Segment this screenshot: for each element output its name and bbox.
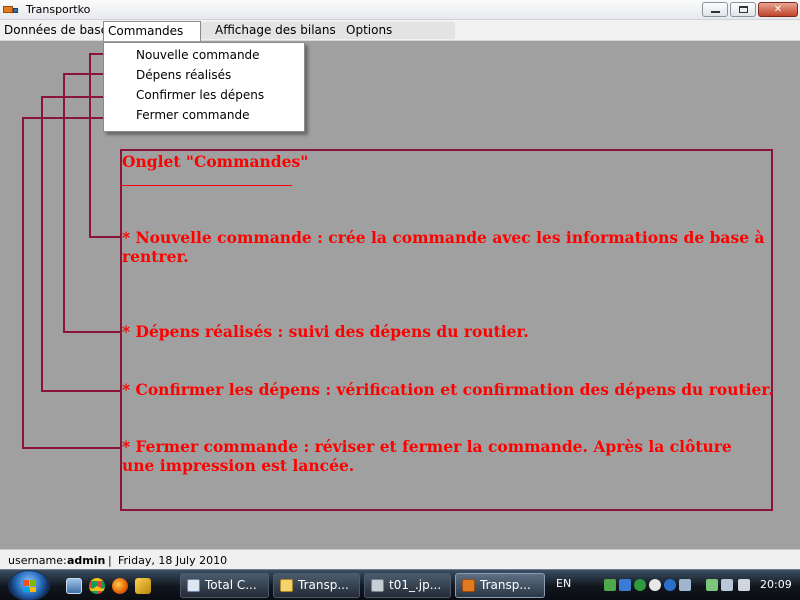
start-button[interactable]: [8, 570, 50, 600]
sync-icon[interactable]: [634, 579, 646, 591]
maximize-button[interactable]: [730, 2, 756, 17]
truck-icon: [3, 5, 19, 15]
menu-item-fermer-commande[interactable]: Fermer commande: [136, 108, 249, 122]
windows-logo-icon: [23, 580, 36, 592]
connector-line: [22, 117, 24, 449]
heading-underline: [122, 185, 292, 186]
username-value: admin: [67, 554, 106, 567]
truck-icon: [462, 579, 475, 592]
taskbar-button-t01-jpg[interactable]: t01_.jp...: [364, 573, 451, 598]
annotation-line-confirmer-depens: * Confirmer les dépens : vérification et…: [122, 380, 774, 399]
status-date: Friday, 18 July 2010: [118, 554, 228, 567]
menu-affichage-des-bilans[interactable]: Affichage des bilans: [211, 20, 340, 41]
floppy-icon: [187, 579, 200, 592]
network-icon[interactable]: [604, 579, 616, 591]
clock[interactable]: 20:09: [760, 578, 792, 591]
status-separator: |: [108, 554, 112, 567]
image-viewer-icon: [371, 579, 384, 592]
minimize-button[interactable]: [702, 2, 728, 17]
folder-icon: [280, 579, 293, 592]
taskbar-button-transportko-app[interactable]: Transp...: [455, 573, 545, 598]
menu-bar: Données de base Commandes Affichage des …: [0, 20, 800, 43]
annotation-line-nouvelle-commande: * Nouvelle commande : crée la commande a…: [122, 228, 765, 247]
menu-options[interactable]: Options: [342, 20, 396, 41]
taskbar-button-label: t01_.jp...: [389, 578, 442, 592]
taskbar-button-total-commander[interactable]: Total C...: [180, 573, 269, 598]
annotation-line-nouvelle-commande-cont: rentrer.: [122, 247, 189, 266]
username-label: username:: [8, 554, 67, 567]
language-indicator[interactable]: EN: [556, 577, 571, 590]
close-icon: ✕: [773, 4, 783, 15]
speaker-icon[interactable]: [738, 579, 750, 591]
b-icon[interactable]: [664, 579, 676, 591]
connector-line: [63, 73, 65, 333]
menu-item-confirmer-les-depens[interactable]: Confirmer les dépens: [136, 88, 264, 102]
monitor-icon[interactable]: [679, 579, 691, 591]
menu-donnees-de-base[interactable]: Données de base: [0, 20, 112, 41]
annotation-line-depens-realises: * Dépens réalisés : suivi des dépens du …: [122, 322, 529, 341]
title-bar: Transportko ✕: [0, 0, 800, 20]
pen-icon[interactable]: [135, 578, 151, 594]
firefox-icon[interactable]: [112, 578, 128, 594]
restore-icon: [738, 6, 748, 13]
battery-icon[interactable]: [706, 579, 718, 591]
commandes-dropdown: Nouvelle commande Dépens réalisés Confir…: [103, 42, 305, 132]
show-desktop-icon[interactable]: [66, 578, 82, 594]
taskbar-button-label: Total C...: [205, 578, 257, 592]
taskbar-button-label: Transp...: [298, 578, 349, 592]
annotation-line-fermer-commande: * Fermer commande : réviser et fermer la…: [122, 437, 732, 456]
menu-commandes[interactable]: Commandes: [103, 21, 201, 43]
taskbar: Total C... Transp... t01_.jp... Transp..…: [0, 569, 800, 600]
taskbar-button-transportko-folder[interactable]: Transp...: [273, 573, 360, 598]
shield-icon[interactable]: [619, 579, 631, 591]
minimize-icon: [710, 11, 720, 13]
monitor-icon[interactable]: [721, 579, 733, 591]
status-bar: username: admin | Friday, 18 July 2010: [0, 549, 800, 569]
chrome-icon[interactable]: [89, 578, 105, 594]
menu-item-depens-realises[interactable]: Dépens réalisés: [136, 68, 231, 82]
connector-line: [41, 96, 43, 392]
circle-icon[interactable]: [649, 579, 661, 591]
close-button[interactable]: ✕: [758, 2, 798, 17]
taskbar-button-label: Transp...: [480, 578, 531, 592]
menu-item-nouvelle-commande[interactable]: Nouvelle commande: [136, 48, 260, 62]
annotation-heading: Onglet "Commandes": [122, 152, 309, 171]
connector-line: [89, 53, 91, 238]
annotation-line-fermer-commande-cont: une impression est lancée.: [122, 456, 355, 475]
window-title: Transportko: [26, 3, 91, 16]
